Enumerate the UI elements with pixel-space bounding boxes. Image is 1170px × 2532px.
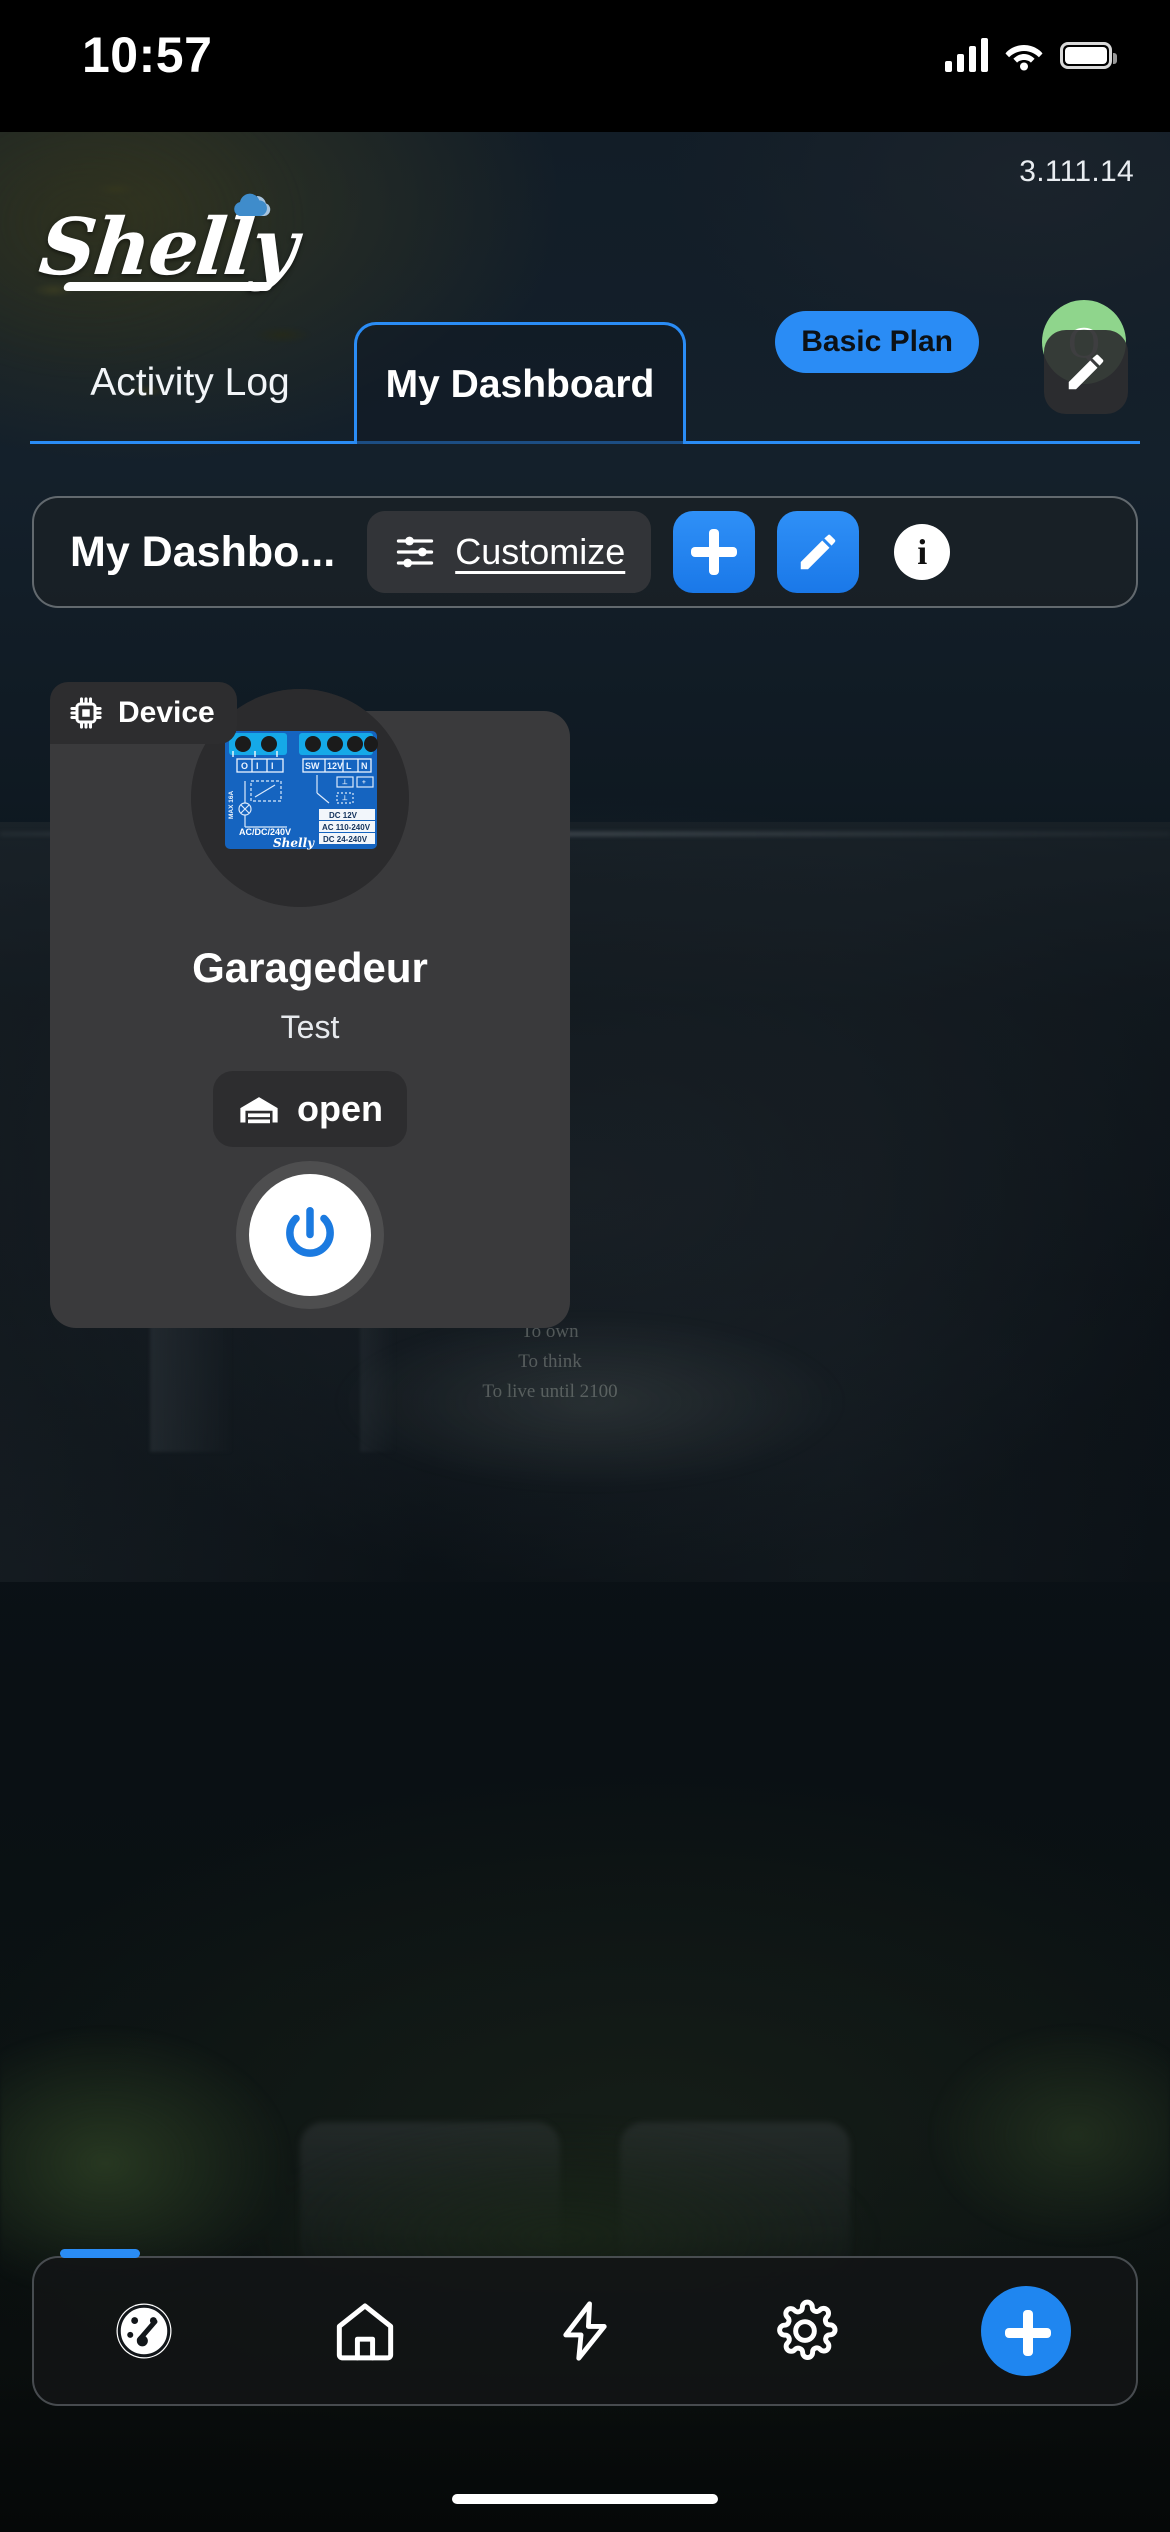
wall-text-line: To live until 2100 <box>482 1381 618 1402</box>
status-bar-time: 10:57 <box>82 27 213 83</box>
status-bar-icons <box>945 38 1117 72</box>
bottom-nav <box>32 2256 1138 2406</box>
home-icon <box>330 2296 400 2366</box>
wallpaper-wall-text: To own To think To live until 2100 <box>440 1317 660 1427</box>
home-indicator <box>452 2494 718 2504</box>
info-icon: i <box>894 524 951 580</box>
nav-settings[interactable] <box>695 2296 915 2366</box>
svg-text:O: O <box>241 761 248 771</box>
svg-text:⊥: ⊥ <box>342 778 348 786</box>
garage-door-icon <box>237 1092 281 1126</box>
device-subtitle: Test <box>280 1009 340 1045</box>
svg-text:I: I <box>256 761 259 771</box>
shelly-logo: Shelly <box>30 193 330 304</box>
edit-dashboard-tabs-button[interactable] <box>1044 330 1128 414</box>
pencil-icon <box>795 529 841 575</box>
battery-icon <box>1060 41 1117 69</box>
nav-home[interactable] <box>254 2296 474 2366</box>
wall-text-line: To think <box>518 1351 582 1372</box>
device-badge-label: Device <box>118 696 215 729</box>
edit-dashboard-button[interactable] <box>777 511 860 593</box>
power-icon <box>279 1204 341 1266</box>
sliders-icon <box>393 530 437 574</box>
status-bar: 10:57 <box>0 0 1170 132</box>
dashboard-info-button[interactable]: i <box>881 511 963 593</box>
svg-text:SW: SW <box>305 761 320 771</box>
tab-bar: Activity Log My Dashboard <box>0 322 1170 444</box>
chip-icon <box>68 695 104 731</box>
nav-add[interactable] <box>916 2286 1136 2376</box>
tab-activity-log[interactable]: Activity Log <box>30 322 350 444</box>
svg-text:DC 12V: DC 12V <box>329 811 358 820</box>
svg-text:12V: 12V <box>327 761 343 771</box>
plus-icon <box>1004 2310 1051 2356</box>
device-power-button[interactable] <box>249 1174 371 1296</box>
svg-text:MAX 16A: MAX 16A <box>228 791 235 819</box>
device-name: Garagedeur <box>192 944 428 991</box>
svg-text:AC 110-240V: AC 110-240V <box>322 823 371 832</box>
svg-text:DC 24-240V: DC 24-240V <box>323 835 368 844</box>
device-state-label: open <box>297 1088 383 1129</box>
pencil-icon <box>1063 349 1109 395</box>
app-screen: To own To think To live until 2100 10:57… <box>0 0 1170 2532</box>
customize-label: Customize <box>455 531 626 572</box>
device-card-body[interactable]: OII SW 12V L N ⊥ + ⊥ MAX 16A AC/DC/240V … <box>50 689 570 1328</box>
plus-icon <box>691 529 738 575</box>
device-state-chip[interactable]: open <box>213 1071 407 1147</box>
gear-icon <box>770 2296 840 2366</box>
add-widget-button[interactable] <box>673 511 756 593</box>
dashboard-toolbar: My Dashbo... Customize i <box>32 496 1138 608</box>
svg-text:I: I <box>271 761 274 771</box>
add-fab-button[interactable] <box>980 2286 1071 2376</box>
wifi-icon <box>1004 39 1044 71</box>
nav-dashboard[interactable] <box>34 2298 254 2364</box>
svg-text:Shelly: Shelly <box>273 836 315 850</box>
dashboard-title: My Dashbo... <box>70 527 336 576</box>
tab-my-dashboard[interactable]: My Dashboard <box>354 322 686 444</box>
app-version-label: 3.111.14 <box>1019 155 1134 188</box>
cellular-signal-icon <box>945 38 988 72</box>
customize-button[interactable]: Customize <box>367 511 652 593</box>
svg-text:L: L <box>346 761 352 771</box>
lightning-bolt-icon <box>551 2297 619 2365</box>
svg-text:+: + <box>362 779 366 786</box>
svg-text:⊥: ⊥ <box>342 794 348 802</box>
background-wallpaper: To own To think To live until 2100 <box>0 132 1170 2532</box>
nav-automations[interactable] <box>475 2297 695 2365</box>
device-badge: Device <box>50 682 237 744</box>
cloud-icon <box>226 190 274 224</box>
dashboard-gauge-icon <box>111 2298 177 2364</box>
svg-text:N: N <box>361 761 368 771</box>
dashboard-page-indicator[interactable] <box>60 2249 140 2258</box>
logo-swash <box>62 282 274 291</box>
wallpaper-plants <box>0 1832 1170 2292</box>
